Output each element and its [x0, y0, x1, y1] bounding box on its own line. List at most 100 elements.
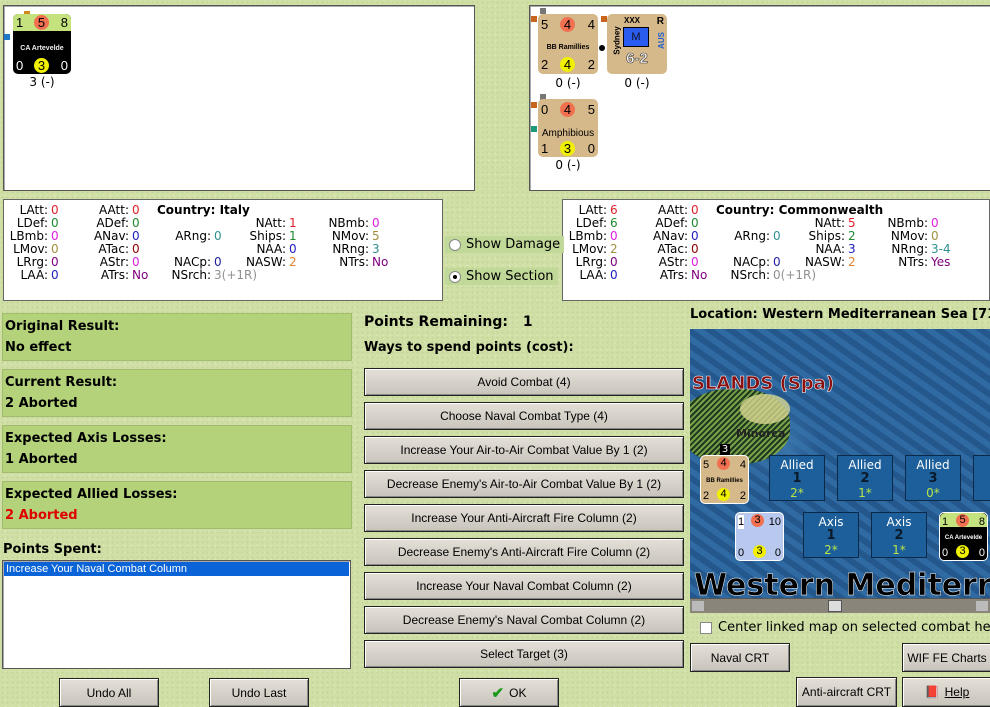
stat-label: NAtt: — [814, 216, 845, 230]
horizontal-scrollbar[interactable] — [690, 598, 990, 613]
stat-astr: AStr: 0 — [69, 255, 140, 269]
stat-label: LAtt: — [19, 203, 48, 217]
stat-nacp: NACp: 0 — [710, 255, 781, 269]
choose-naval-combat-type-button[interactable]: Choose Naval Combat Type (4) — [364, 402, 684, 430]
stat-value: 6 — [610, 216, 618, 230]
stat-value: 0 — [51, 242, 59, 256]
stat-label: ATrs: — [100, 268, 129, 282]
ok-button[interactable]: ✔ OK — [459, 678, 559, 707]
combat-map[interactable]: SLANDS (Spa) Minorca 3 5 4 4 BB Ramillie… — [690, 329, 990, 613]
checkbox[interactable] — [700, 621, 712, 634]
stat-value: 1 — [289, 229, 297, 243]
increase-aa-fire-button[interactable]: Increase Your Anti-Aircraft Fire Column … — [364, 504, 684, 532]
counter-value: 0 — [541, 102, 549, 117]
stat-label: NASW: — [245, 255, 286, 269]
undo-all-button[interactable]: Undo All — [59, 678, 159, 707]
scroll-thumb[interactable] — [828, 600, 842, 612]
allied-box-4[interactable] — [973, 455, 990, 501]
avoid-combat-button[interactable]: Avoid Combat (4) — [364, 368, 684, 396]
stat-anav: ANav: 0 — [69, 229, 140, 243]
radio-button[interactable] — [449, 238, 461, 251]
anti-aircraft-crt-button[interactable]: Anti-aircraft CRT — [796, 677, 897, 707]
show-damage-radio[interactable]: Show Damage — [445, 236, 565, 253]
points-spent-title: Points Spent: — [3, 542, 102, 557]
unit-size: XXX — [624, 16, 641, 25]
counter-sydney[interactable]: XXX R Sydney AUS M 6-2 — [607, 14, 667, 74]
box-side: Axis — [886, 515, 912, 529]
stat-atrs: ATrs: No — [628, 268, 707, 282]
stat-value: 0 — [132, 203, 140, 217]
stat-value: No — [372, 255, 389, 269]
counter-value: 4 — [560, 57, 575, 72]
box-number: 2 — [860, 471, 870, 486]
counter-amphibious[interactable]: 0 4 5 Amphibious 1 3 0 — [538, 99, 598, 157]
counter-bb-ramillies[interactable]: 5 4 4 BB Ramillies 2 4 2 — [538, 14, 598, 74]
stat-label: AAtt: — [658, 203, 688, 217]
counter-value: 5 — [703, 459, 710, 471]
counter-value: 2 — [739, 490, 746, 502]
stat-nsrch: NSrch: 0(+1R) — [710, 268, 816, 282]
help-book-icon: 📕 — [924, 685, 940, 699]
stat-label: NACp: — [173, 255, 211, 269]
stat-value: 0 — [132, 242, 140, 256]
stat-aatt: AAtt: 0 — [628, 203, 699, 217]
stat-label: NACp: — [732, 255, 770, 269]
stat-label: NAtt: — [255, 216, 286, 230]
box-value: 1* — [858, 486, 872, 500]
center-map-checkbox[interactable]: Center linked map on selected combat he — [700, 620, 990, 635]
island-shape — [740, 394, 790, 424]
map-counter-bb-ramillies[interactable]: 5 4 4 BB Ramillies 2 4 2 — [700, 455, 749, 504]
help-button[interactable]: 📕 Help — [902, 677, 990, 707]
decrease-enemy-naval-combat-button[interactable]: Decrease Enemy's Naval Combat Column (2) — [364, 606, 684, 634]
counter-name: Amphibious — [541, 128, 595, 139]
stat-value: 0 — [773, 229, 781, 243]
stat-value: 0 — [51, 268, 59, 282]
stat-label: LAtt: — [578, 203, 607, 217]
naval-crt-button[interactable]: Naval CRT — [690, 643, 790, 672]
counter-value: 2 — [703, 490, 710, 502]
map-counter-ca-artevelde[interactable]: 1 5 8 CA Artevelde 0 3 0 — [939, 512, 988, 561]
axis-box-2[interactable]: Axis 2 1* — [871, 512, 927, 558]
counter-value: 3 — [560, 141, 575, 156]
points-remaining: Points Remaining: 1 — [364, 314, 533, 330]
allied-units-panel: 5 4 4 BB Ramillies 2 4 2 0 (-) XXX R Syd… — [529, 5, 990, 191]
stat-label: ANav: — [93, 229, 129, 243]
stat-label: NRng: — [891, 242, 928, 256]
ok-label: OK — [509, 685, 527, 700]
allied-stats-panel: Country: Commonwealth LAtt: 6 AAtt: 0 LDef… — [562, 199, 990, 301]
map-counter-group[interactable]: 1 3 10 0 3 0 — [735, 512, 784, 561]
stat-arng: ARng: 0 — [151, 229, 221, 243]
increase-naval-combat-button[interactable]: Increase Your Naval Combat Column (2) — [364, 572, 684, 600]
counter-ca-artevelde[interactable]: 1 5 8 CA Artevelde 0 3 0 — [13, 14, 71, 74]
stat-laa: LAA: 0 — [547, 268, 618, 282]
show-section-radio[interactable]: Show Section — [445, 268, 558, 285]
undo-last-button[interactable]: Undo Last — [209, 678, 309, 707]
points-spent-list[interactable]: Increase Your Naval Combat Column — [2, 560, 351, 669]
list-item[interactable]: Increase Your Naval Combat Column — [4, 562, 349, 576]
axis-box-1[interactable]: Axis 1 2* — [803, 512, 859, 558]
allied-box-3[interactable]: Allied 3 0* — [905, 455, 961, 501]
decrease-enemy-aa-fire-button[interactable]: Decrease Enemy's Anti-Aircraft Fire Colu… — [364, 538, 684, 566]
counter-value: 3 — [753, 545, 766, 558]
wif-fe-charts-button[interactable]: WIF FE Charts — [902, 643, 990, 672]
radio-label: Show Section — [466, 269, 554, 284]
allied-box-1[interactable]: Allied 1 2* — [769, 455, 825, 501]
select-target-button[interactable]: Select Target (3) — [364, 640, 684, 668]
increase-air-to-air-button[interactable]: Increase Your Air-to-Air Combat Value By… — [364, 436, 684, 464]
scroll-left-arrow[interactable] — [692, 601, 704, 611]
counter-value: 0 — [774, 547, 781, 559]
allied-box-2[interactable]: Allied 2 1* — [837, 455, 893, 501]
stat-label: ATac: — [657, 242, 688, 256]
scroll-right-arrow[interactable] — [976, 601, 988, 611]
stat-nmov: NMov: 0 — [868, 229, 939, 243]
stat-value: 0 — [132, 255, 140, 269]
stat-value: 0 — [610, 268, 618, 282]
stat-naa: NAA: 0 — [226, 242, 297, 256]
stat-nbmb: NBmb: 0 — [868, 216, 938, 230]
radio-button[interactable] — [449, 270, 461, 283]
box-side: Allied — [916, 458, 950, 472]
stat-value: 0 — [289, 242, 297, 256]
stat-ldef: LDef: 6 — [547, 216, 618, 230]
stat-aatt: AAtt: 0 — [69, 203, 140, 217]
decrease-enemy-air-to-air-button[interactable]: Decrease Enemy's Air-to-Air Combat Value… — [364, 470, 684, 498]
